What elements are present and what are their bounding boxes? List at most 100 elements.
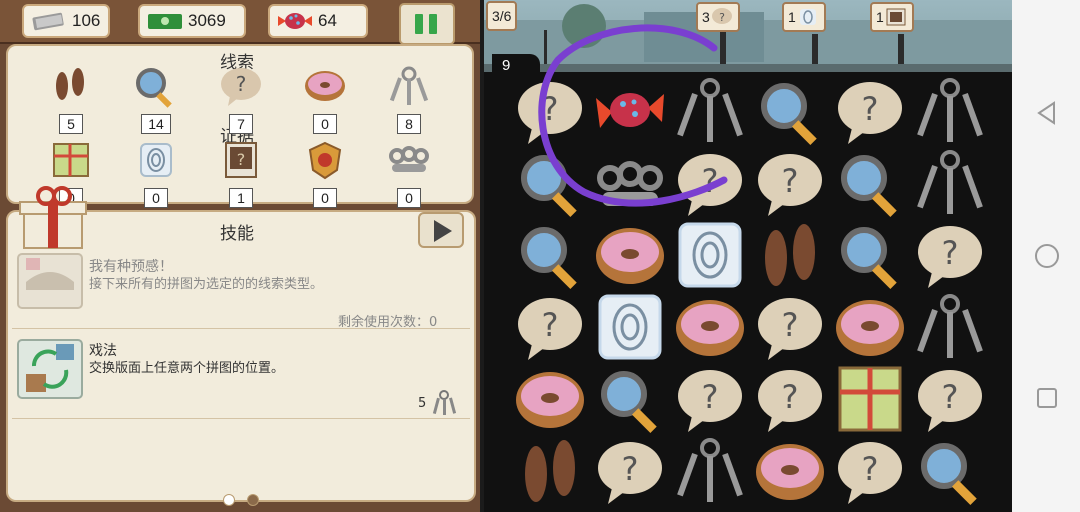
tile-magnifier[interactable] bbox=[830, 148, 910, 220]
page-dot-2[interactable] bbox=[247, 494, 259, 506]
tile-fingerprint[interactable] bbox=[670, 220, 750, 292]
tile-donut[interactable] bbox=[750, 436, 830, 508]
question-icon: ? bbox=[758, 370, 822, 432]
tile-keys[interactable] bbox=[910, 148, 990, 220]
svg-text:?: ? bbox=[942, 234, 959, 272]
clue-count: 5 bbox=[59, 114, 83, 134]
next-skill-button[interactable] bbox=[418, 212, 464, 248]
tile-question[interactable]: ? bbox=[750, 292, 830, 364]
tile-question[interactable]: ? bbox=[750, 148, 830, 220]
question-icon: ? bbox=[838, 82, 902, 144]
tile-magnifier[interactable] bbox=[510, 220, 590, 292]
tile-magnifier[interactable] bbox=[910, 436, 990, 508]
svg-text:?: ? bbox=[782, 162, 799, 200]
tile-donut[interactable] bbox=[670, 292, 750, 364]
tile-fingerprint[interactable] bbox=[590, 292, 670, 364]
tile-magnifier[interactable] bbox=[510, 148, 590, 220]
magnifier-icon bbox=[921, 443, 977, 506]
clue-slot-donut: 0 bbox=[296, 66, 356, 140]
left-panel: 106 3069 64 线索 证据 5 14 ? 7 0 8 0 0 ? 1 0… bbox=[0, 0, 480, 512]
tile-footprints[interactable] bbox=[510, 436, 590, 508]
tile-knuckles[interactable] bbox=[590, 148, 670, 220]
tile-question[interactable]: ? bbox=[830, 76, 910, 148]
tile-question[interactable]: ? bbox=[750, 364, 830, 436]
home-icon[interactable] bbox=[1034, 243, 1060, 269]
tile-magnifier[interactable] bbox=[750, 76, 830, 148]
evidence-slot-knuckles: 0 bbox=[380, 140, 440, 214]
photo-icon bbox=[886, 8, 906, 26]
map-icon bbox=[838, 366, 902, 432]
back-icon[interactable] bbox=[1034, 100, 1060, 126]
tile-keys[interactable] bbox=[910, 292, 990, 364]
resource-bar: 106 3069 64 bbox=[0, 0, 480, 45]
clue-count: 0 bbox=[313, 114, 337, 134]
tile-footprints[interactable] bbox=[750, 220, 830, 292]
tile-map[interactable] bbox=[830, 364, 910, 436]
tile-magnifier[interactable] bbox=[830, 220, 910, 292]
evidence-count: 0 bbox=[397, 188, 421, 208]
tile-keys[interactable] bbox=[910, 76, 990, 148]
tile-question[interactable]: ? bbox=[510, 292, 590, 364]
magnifier-icon bbox=[841, 227, 897, 290]
knuckles-icon bbox=[597, 161, 663, 206]
page-dot-1[interactable] bbox=[223, 494, 235, 506]
keys-icon bbox=[917, 150, 983, 214]
evidence-slot-photo: ? 1 bbox=[212, 140, 272, 214]
candy-counter: 64 bbox=[268, 4, 368, 38]
pause-button[interactable] bbox=[399, 3, 455, 45]
target-fingerprint: 1 bbox=[782, 2, 826, 32]
question-bubble-icon: ? bbox=[711, 8, 732, 24]
question-icon: ? bbox=[838, 442, 902, 504]
question-icon: ? bbox=[518, 82, 582, 144]
tile-donut[interactable] bbox=[830, 292, 910, 364]
question-icon: ? bbox=[758, 298, 822, 360]
skill-desc-premonition: 接下来所有的拼图为选定的的线索类型。 bbox=[89, 277, 324, 292]
tile-keys[interactable] bbox=[670, 436, 750, 508]
tile-magnifier[interactable] bbox=[590, 364, 670, 436]
keys-icon bbox=[917, 294, 983, 358]
evidence-slot-fingerprint: 0 bbox=[127, 140, 187, 214]
fingerprint-icon bbox=[678, 222, 742, 288]
tile-keys[interactable] bbox=[670, 76, 750, 148]
keys-icon bbox=[677, 438, 743, 502]
pause-icon-bar-left bbox=[415, 14, 423, 34]
badge-icon bbox=[308, 141, 342, 180]
question-icon: ? bbox=[758, 154, 822, 216]
skill-desc-trick: 交换版面上任意两个拼图的位置。 bbox=[89, 361, 285, 376]
clue-count: 8 bbox=[397, 114, 421, 134]
tile-question[interactable]: ? bbox=[910, 364, 990, 436]
gift-box-icon[interactable] bbox=[14, 186, 104, 252]
tile-question[interactable]: ? bbox=[510, 76, 590, 148]
money-icon bbox=[32, 12, 64, 31]
tile-question[interactable]: ? bbox=[830, 436, 910, 508]
play-icon bbox=[434, 220, 452, 242]
tile-question[interactable]: ? bbox=[910, 220, 990, 292]
tile-question[interactable]: ? bbox=[670, 148, 750, 220]
skill-uses-remaining: 剩余使用次数：0 bbox=[338, 315, 438, 330]
candy-icon bbox=[596, 93, 664, 128]
footprints-icon bbox=[525, 440, 575, 502]
candy-icon bbox=[278, 13, 312, 29]
tile-question[interactable]: ? bbox=[590, 436, 670, 508]
pause-icon-bar-right bbox=[429, 14, 437, 34]
money-counter: 106 bbox=[22, 4, 110, 38]
tile-donut[interactable] bbox=[590, 220, 670, 292]
question-icon: ? bbox=[678, 370, 742, 432]
tile-donut[interactable] bbox=[510, 364, 590, 436]
question-icon: ? bbox=[918, 226, 982, 288]
question-icon: ? bbox=[518, 298, 582, 360]
clue-count: 7 bbox=[229, 114, 253, 134]
skills-title: 技能 bbox=[220, 224, 254, 244]
evidence-slot-badge: 0 bbox=[296, 140, 356, 214]
fingerprint-icon bbox=[140, 143, 172, 177]
clue-slot-footprints: 5 bbox=[42, 66, 102, 140]
tile-candy[interactable] bbox=[590, 76, 670, 148]
tile-question[interactable]: ? bbox=[670, 364, 750, 436]
keys-icon bbox=[432, 390, 456, 415]
svg-text:?: ? bbox=[236, 72, 247, 96]
svg-text:?: ? bbox=[862, 90, 879, 128]
system-nav-bar bbox=[1012, 0, 1080, 512]
donut-icon bbox=[516, 372, 584, 428]
evidence-count: 1 bbox=[229, 188, 253, 208]
recents-icon[interactable] bbox=[1035, 386, 1059, 410]
